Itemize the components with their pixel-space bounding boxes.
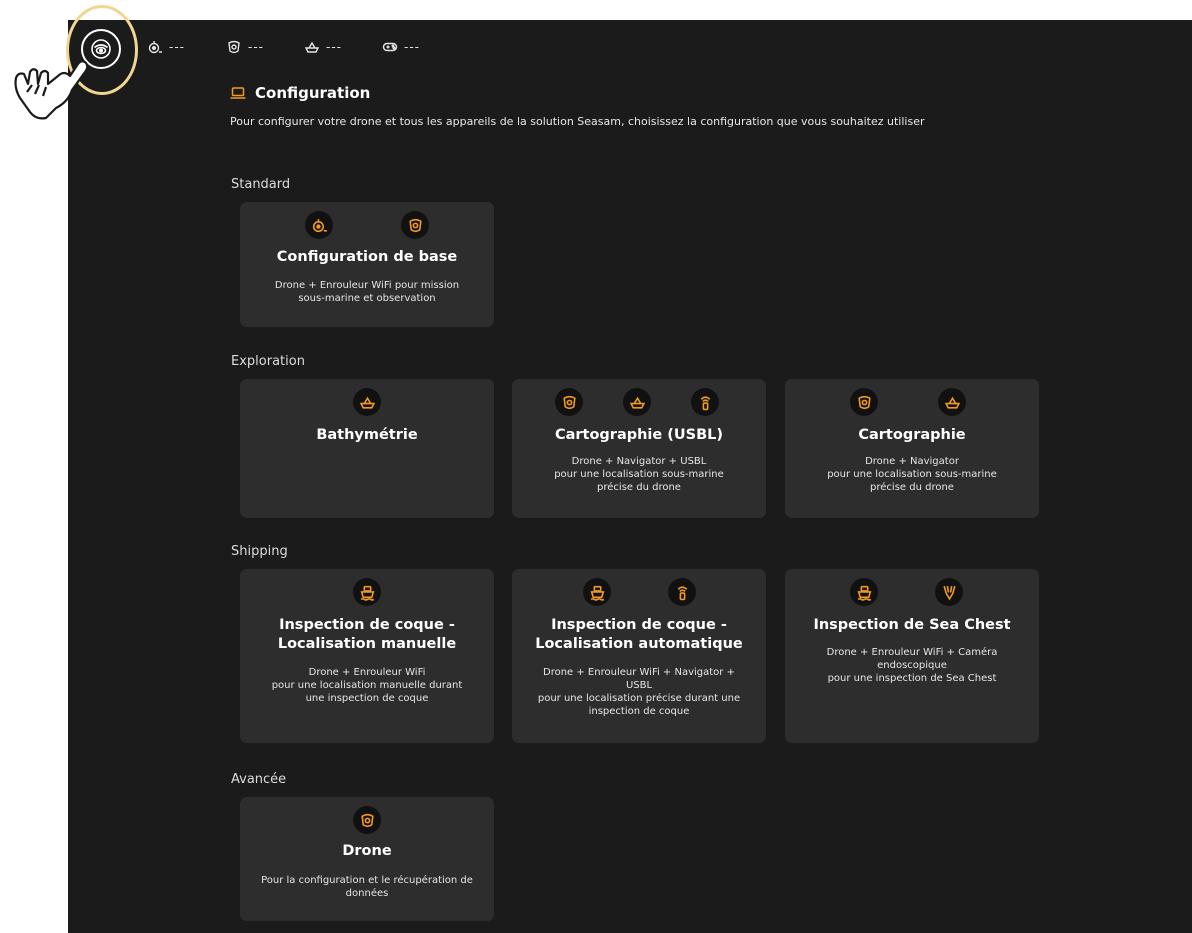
page-subtitle: Pour configurer votre drone et tous les … xyxy=(230,115,925,128)
gamepad-status-value: --- xyxy=(404,40,420,54)
card-icons xyxy=(785,388,1039,416)
drone-status: --- xyxy=(226,39,264,55)
page-header: Configuration xyxy=(230,84,370,102)
navigator-icon xyxy=(304,41,320,53)
drone-icon xyxy=(353,806,381,834)
app-window: --- --- --- --- Configuration Pour confi… xyxy=(68,20,1192,933)
drone-icon xyxy=(555,388,583,416)
usbl-icon xyxy=(668,578,696,606)
drone-icon xyxy=(401,211,429,239)
pointing-hand-icon xyxy=(14,60,89,120)
drone-icon xyxy=(228,40,240,54)
config-card-hull-manual[interactable]: Inspection de coque - Localisation manue… xyxy=(240,569,494,743)
card-icons xyxy=(240,211,494,239)
card-title: Inspection de coque - Localisation manue… xyxy=(277,617,457,652)
card-icons xyxy=(240,578,494,606)
card-title: Inspection de coque - Localisation autom… xyxy=(535,617,743,652)
section-standard-label: Standard xyxy=(231,177,291,192)
config-card-cartography[interactable]: Cartographie Drone + Navigator pour une … xyxy=(785,379,1039,518)
card-title: Inspection de Sea Chest xyxy=(813,617,1011,633)
ship-icon xyxy=(850,578,878,606)
drone-status-value: --- xyxy=(248,40,264,54)
navigator-icon xyxy=(938,388,966,416)
page-title: Configuration xyxy=(255,84,371,102)
ship-icon xyxy=(583,578,611,606)
config-card-base[interactable]: Configuration de base Drone + Enrouleur … xyxy=(240,202,494,327)
card-title: Bathymétrie xyxy=(316,427,418,443)
endoscope-icon xyxy=(935,578,963,606)
card-description: Drone + Navigator pour une localisation … xyxy=(827,456,997,493)
usbl-icon xyxy=(691,388,719,416)
ship-icon xyxy=(353,578,381,606)
card-title: Configuration de base xyxy=(276,249,458,265)
card-description: Drone + Enrouleur WiFi pour une localisa… xyxy=(271,667,463,704)
reel-icon xyxy=(305,211,333,239)
card-icons xyxy=(240,388,494,416)
card-icons xyxy=(512,578,766,606)
config-card-bathymetry[interactable]: Bathymétrie xyxy=(240,379,494,518)
navigator-icon xyxy=(623,388,651,416)
drone-reel-status-value: --- xyxy=(169,40,185,54)
navigator-status: --- xyxy=(304,39,342,55)
gamepad-icon xyxy=(382,42,398,52)
card-description: Drone + Enrouleur WiFi + Caméra endoscop… xyxy=(826,647,998,684)
config-card-cartography-usbl[interactable]: Cartographie (USBL) Drone + Navigator + … xyxy=(512,379,766,518)
section-shipping-label: Shipping xyxy=(231,544,288,559)
drone-icon xyxy=(850,388,878,416)
card-title: Cartographie (USBL) xyxy=(554,427,724,443)
card-title: Cartographie xyxy=(858,427,966,443)
navigator-status-value: --- xyxy=(326,40,342,54)
card-title: Drone xyxy=(342,843,392,859)
card-description: Pour la configuration et le récupération… xyxy=(261,875,473,899)
config-card-drone[interactable]: Drone Pour la configuration et le récupé… xyxy=(240,797,494,921)
card-description: Drone + Enrouleur WiFi pour mission sous… xyxy=(274,280,460,304)
drone-reel-status: --- xyxy=(147,39,185,55)
drone-reel-icon xyxy=(148,41,162,54)
laptop-icon xyxy=(230,87,246,99)
config-card-sea-chest[interactable]: Inspection de Sea Chest Drone + Enrouleu… xyxy=(785,569,1039,743)
config-card-hull-automatic[interactable]: Inspection de coque - Localisation autom… xyxy=(512,569,766,743)
navigator-icon xyxy=(353,388,381,416)
card-icons xyxy=(240,806,494,834)
card-icons xyxy=(785,578,1039,606)
card-description: Drone + Navigator + USBL pour une locali… xyxy=(554,456,724,493)
section-advanced-label: Avancée xyxy=(231,772,287,787)
card-description: Drone + Enrouleur WiFi + Navigator + USB… xyxy=(537,667,741,717)
section-exploration-label: Exploration xyxy=(231,354,305,369)
top-status-bar: --- --- --- --- xyxy=(68,20,1192,76)
gamepad-status: --- xyxy=(382,39,420,55)
card-icons xyxy=(512,388,766,416)
